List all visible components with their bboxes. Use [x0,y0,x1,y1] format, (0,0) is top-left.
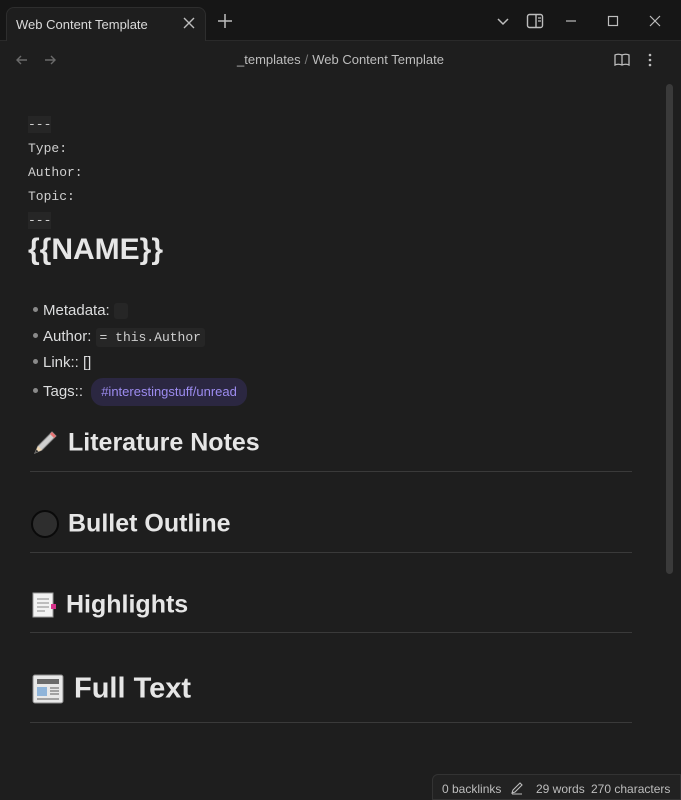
breadcrumb: _templates / Web Content Template [0,52,681,67]
list-item-author: Author: = this.Author [33,326,205,348]
frontmatter-type: Type: [28,141,68,156]
heading-text: Highlights [66,590,189,619]
breadcrumb-folder[interactable]: _templates [237,52,301,67]
pencil-icon [34,431,57,454]
list-item-link: Link:: [] [33,352,91,374]
sidebar-toggle-icon[interactable] [526,12,544,30]
author-inline-code: = this.Author [95,328,205,347]
newspaper-icon [32,674,64,704]
scrollbar[interactable] [666,84,673,574]
heading-text: Literature Notes [68,428,260,457]
reading-view-icon[interactable] [613,51,631,69]
tab-web-content-template[interactable]: Web Content Template [6,7,206,41]
nav-bar: _templates / Web Content Template [0,41,681,79]
heading-highlights: Highlights [30,590,632,633]
list-item-tags: Tags:: #interestingstuff/unread [33,378,247,406]
heading-full-text: Full Text [30,671,632,723]
edit-pencil-icon[interactable] [510,781,524,795]
new-tab-icon[interactable] [216,12,234,30]
page-title: {{NAME}} [28,233,164,266]
black-circle-icon [31,510,59,538]
heading-literature-notes: Literature Notes [30,428,632,472]
breadcrumb-file[interactable]: Web Content Template [312,52,444,67]
frontmatter-author: Author: [28,165,83,180]
status-bar: 0 backlinks 29 words 270 characters [432,774,681,800]
editor-content[interactable]: --- Type: Author: Topic: --- {{NAME}} Me… [0,79,660,800]
backlinks-count[interactable]: 0 backlinks [442,782,501,796]
close-icon[interactable] [181,15,197,31]
list-item-metadata: Metadata: [33,300,128,322]
bullet-dot [33,332,38,338]
more-options-icon[interactable] [641,51,659,69]
frontmatter-topic: Topic: [28,189,75,204]
tag-interestingstuff-unread[interactable]: #interestingstuff/unread [91,378,247,406]
bullet-dot [33,387,38,393]
frontmatter-close: --- [28,212,52,229]
window-close-icon[interactable] [646,12,664,30]
heading-text: Full Text [74,672,192,705]
minimize-icon[interactable] [562,12,580,30]
tab-bar: Web Content Template [0,0,681,41]
heading-text: Bullet Outline [68,509,231,538]
breadcrumb-separator: / [304,52,309,67]
heading-bullet-outline: Bullet Outline [30,509,632,553]
bullet-dot [33,306,38,312]
maximize-icon[interactable] [604,12,622,30]
frontmatter-open: --- [28,116,52,133]
word-count: 29 words [536,782,585,796]
empty-inline-code [113,303,128,320]
bullet-dot [33,358,38,364]
bookmark-tabs-icon [32,592,56,618]
tab-title: Web Content Template [16,17,148,32]
character-count: 270 characters [591,782,671,796]
chevron-down-icon[interactable] [494,12,512,30]
